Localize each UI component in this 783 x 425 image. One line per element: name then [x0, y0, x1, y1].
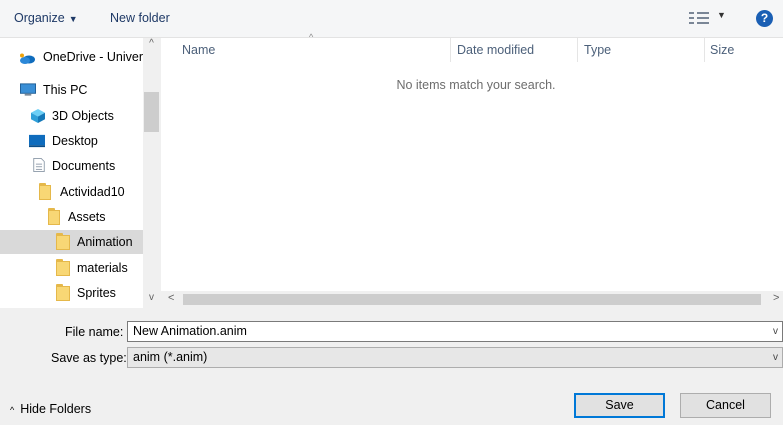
nav-item-label: Assets — [68, 210, 106, 224]
toolbar: Organize ▼ New folder ▼ ? — [0, 0, 783, 38]
caret-down-icon: ▼ — [717, 10, 726, 20]
nav-item-desktop[interactable]: Desktop — [0, 129, 143, 153]
save-as-type-select[interactable]: anim (*.anim) v — [127, 347, 783, 368]
horizontal-scrollbar[interactable]: < > — [161, 291, 783, 308]
save-as-type-label: Save as type: — [51, 351, 127, 365]
column-divider[interactable] — [450, 38, 451, 62]
sort-up-icon: ^ — [309, 32, 314, 42]
nav-item-label: Actividad10 — [60, 185, 125, 199]
nav-item-label: OneDrive - Univer — [43, 50, 144, 64]
chevron-down-icon[interactable]: v — [773, 322, 778, 341]
scroll-up-icon[interactable]: ^ — [143, 38, 160, 49]
navigation-pane: OneDrive - Univer This PC 3D Objects Des… — [0, 38, 160, 308]
change-view-button[interactable]: ▼ — [689, 10, 729, 26]
folder-icon — [56, 233, 70, 250]
cancel-button[interactable]: Cancel — [680, 393, 771, 418]
column-header-size[interactable]: Size — [710, 38, 734, 62]
column-divider[interactable] — [577, 38, 578, 62]
organize-label: Organize — [14, 11, 65, 25]
nav-item-label: Animation — [77, 235, 133, 249]
nav-item-sprites[interactable]: Sprites — [0, 281, 143, 305]
nav-item-materials[interactable]: materials — [0, 256, 143, 280]
file-name-value: New Animation.anim — [133, 324, 247, 338]
file-name-input[interactable]: New Animation.anim v — [127, 321, 783, 342]
hide-folders-label: Hide Folders — [20, 402, 92, 416]
scroll-right-icon[interactable]: > — [773, 292, 779, 304]
empty-message: No items match your search. — [396, 78, 556, 92]
nav-item-label: This PC — [43, 83, 88, 97]
save-button[interactable]: Save — [574, 393, 665, 418]
nav-item-3d-objects[interactable]: 3D Objects — [0, 104, 143, 128]
nav-item-label: materials — [77, 261, 128, 275]
folder-icon — [39, 183, 51, 200]
nav-item-actividad10[interactable]: Actividad10 — [0, 180, 143, 204]
save-as-type-value: anim (*.anim) — [133, 350, 208, 364]
3d-objects-icon — [31, 109, 45, 123]
hide-folders-button[interactable]: ^ Hide Folders — [10, 402, 91, 416]
help-button[interactable]: ? — [756, 10, 773, 27]
scroll-thumb[interactable] — [183, 294, 761, 305]
nav-item-assets[interactable]: Assets — [0, 205, 143, 229]
scroll-thumb[interactable] — [144, 92, 159, 132]
save-form: File name: New Animation.anim v Save as … — [0, 309, 783, 425]
nav-item-label: Desktop — [52, 134, 98, 148]
nav-item-this-pc[interactable]: This PC — [0, 78, 143, 102]
documents-icon — [33, 158, 45, 172]
organize-button[interactable]: Organize ▼ — [14, 11, 78, 25]
onedrive-icon — [20, 53, 35, 64]
caret-down-icon: ▼ — [68, 14, 78, 24]
nav-item-animation[interactable]: Animation — [0, 230, 143, 254]
folder-icon — [56, 284, 70, 301]
column-header-type[interactable]: Type — [584, 38, 611, 62]
scroll-down-icon[interactable]: v — [143, 292, 160, 303]
computer-icon — [20, 83, 36, 96]
file-name-label: File name: — [65, 325, 124, 339]
desktop-icon — [29, 134, 45, 148]
caret-up-icon: ^ — [10, 405, 15, 415]
nav-vertical-scrollbar[interactable]: ^ v — [143, 38, 160, 308]
column-header-name[interactable]: Name — [182, 38, 215, 62]
nav-item-label: Documents — [52, 159, 116, 173]
chevron-down-icon[interactable]: v — [773, 348, 778, 367]
column-header-date-modified[interactable]: Date modified — [457, 38, 534, 62]
nav-item-label: 3D Objects — [52, 109, 114, 123]
nav-item-onedrive[interactable]: OneDrive - Univer — [0, 45, 143, 69]
file-list-pane: ^ Name Date modified Type Size No items … — [161, 32, 783, 308]
column-divider[interactable] — [704, 38, 705, 62]
folder-icon — [48, 208, 60, 225]
nav-item-label: Sprites — [77, 286, 116, 300]
scroll-left-icon[interactable]: < — [168, 292, 174, 304]
new-folder-button[interactable]: New folder — [110, 11, 170, 25]
view-grid-icon — [689, 12, 709, 24]
folder-icon — [56, 259, 70, 276]
nav-item-documents[interactable]: Documents — [0, 154, 143, 178]
